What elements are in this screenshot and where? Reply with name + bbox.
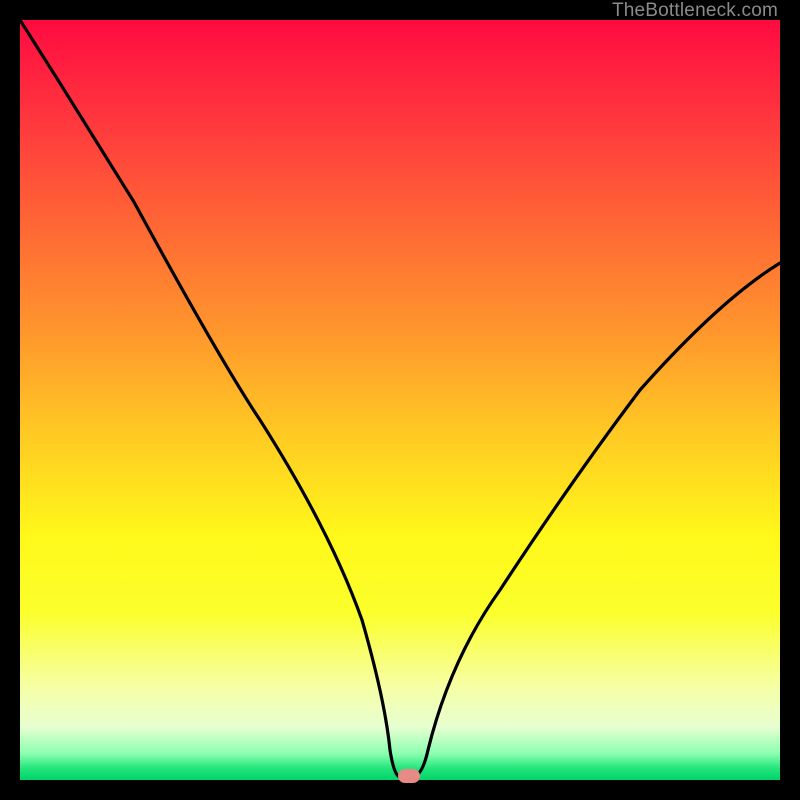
curve-path [20, 20, 780, 777]
watermark-text: TheBottleneck.com [612, 0, 778, 22]
bottleneck-curve [20, 20, 780, 780]
optimum-marker [398, 769, 420, 783]
chart-frame: TheBottleneck.com [0, 0, 800, 800]
plot-area [20, 20, 780, 780]
